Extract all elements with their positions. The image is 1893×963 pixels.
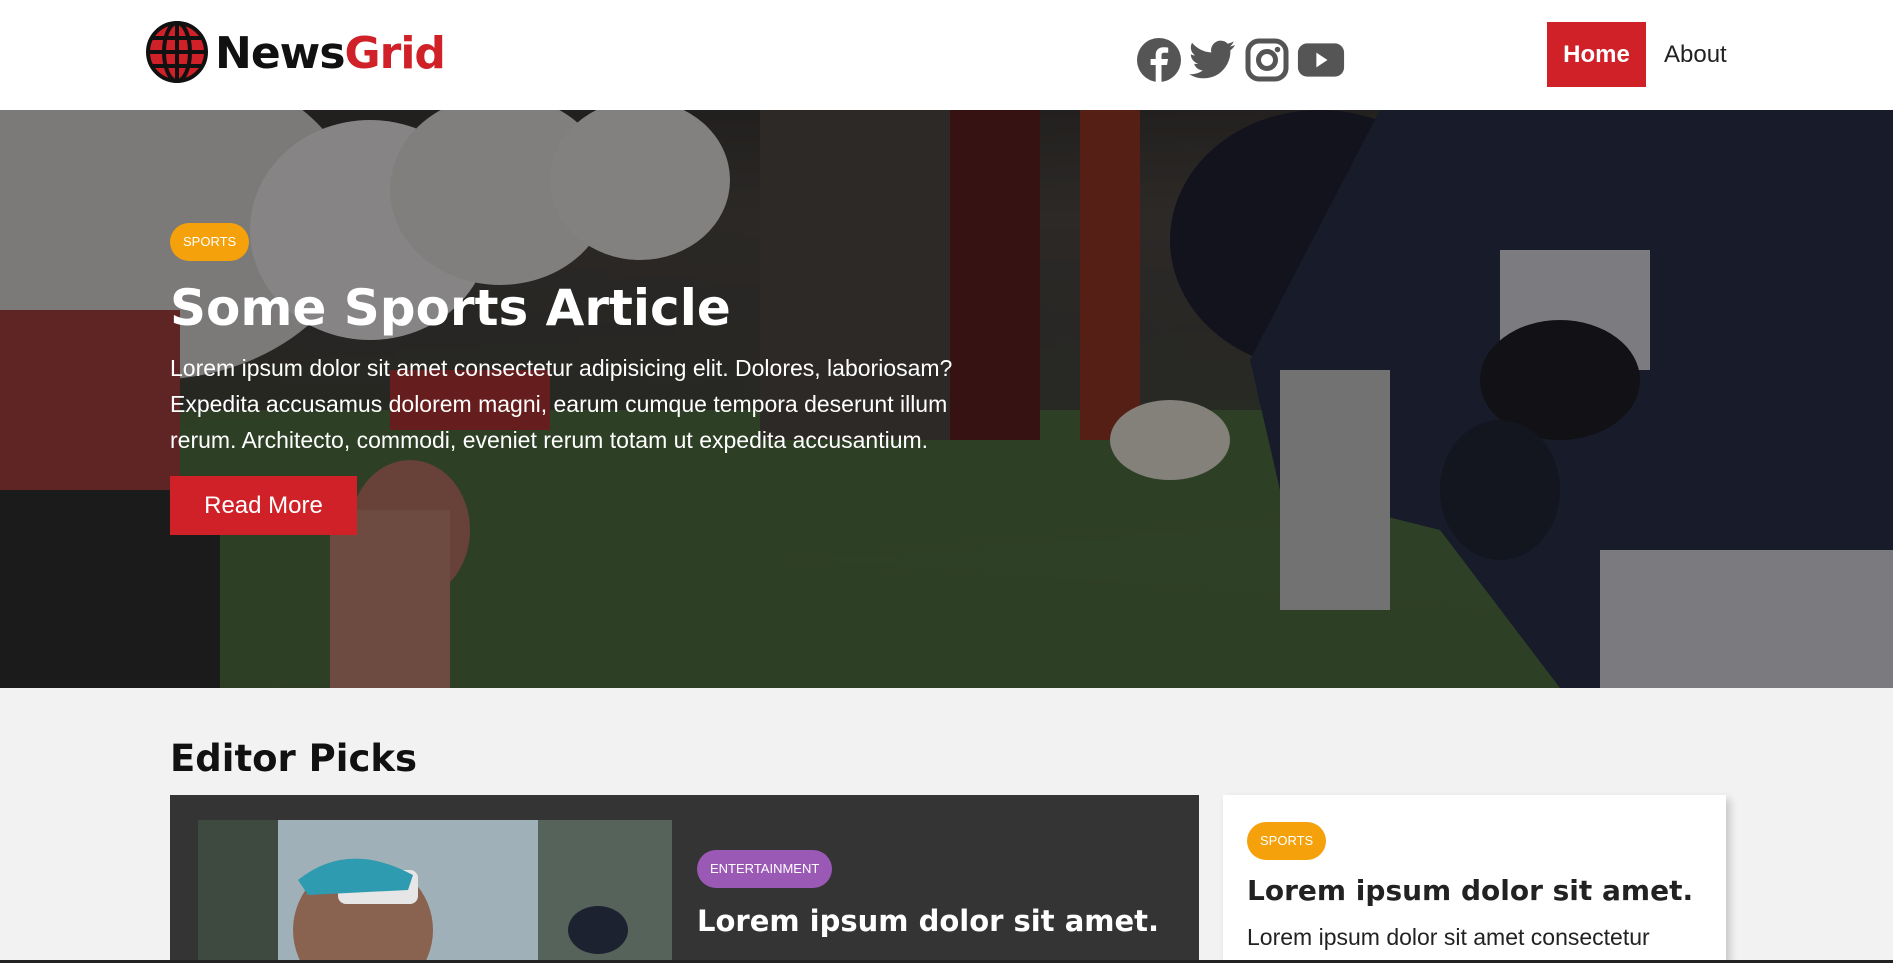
- hero-banner: SPORTS Some Sports Article Lorem ipsum d…: [0, 110, 1893, 688]
- hero-content: SPORTS Some Sports Article Lorem ipsum d…: [170, 223, 960, 535]
- twitter-icon[interactable]: [1189, 36, 1237, 84]
- read-more-button[interactable]: Read More: [170, 476, 357, 535]
- side-pick-card[interactable]: SPORTS Lorem ipsum dolor sit amet. Lorem…: [1223, 795, 1726, 963]
- section-title: Editor Picks: [170, 737, 418, 780]
- main-nav: Home About: [1547, 22, 1727, 87]
- side-pick-body: SPORTS Lorem ipsum dolor sit amet. Lorem…: [1247, 822, 1693, 951]
- article-title[interactable]: Lorem ipsum dolor sit amet.: [1247, 874, 1693, 907]
- facebook-icon[interactable]: [1135, 36, 1183, 84]
- category-badge[interactable]: SPORTS: [170, 223, 250, 261]
- category-badge[interactable]: ENTERTAINMENT: [697, 850, 833, 888]
- logo-grid: Grid: [344, 28, 446, 79]
- logo-text: NewsGrid: [215, 32, 446, 76]
- site-header: NewsGrid Home About: [0, 0, 1893, 110]
- category-badge[interactable]: SPORTS: [1247, 822, 1327, 860]
- article-image: [198, 820, 672, 963]
- social-links: [1135, 36, 1345, 84]
- featured-pick-body: ENTERTAINMENT Lorem ipsum dolor sit amet…: [697, 850, 1159, 938]
- globe-icon: [145, 20, 209, 89]
- hero-title: Some Sports Article: [170, 279, 731, 337]
- youtube-icon[interactable]: [1297, 36, 1345, 84]
- instagram-icon[interactable]: [1243, 36, 1291, 84]
- logo-news: News: [215, 28, 346, 79]
- article-excerpt: Lorem ipsum dolor sit amet consectetur: [1247, 924, 1650, 950]
- article-title[interactable]: Lorem ipsum dolor sit amet.: [697, 904, 1159, 938]
- hero-description: Lorem ipsum dolor sit amet consectetur a…: [170, 355, 953, 453]
- nav-about[interactable]: About: [1664, 41, 1727, 69]
- nav-home[interactable]: Home: [1547, 22, 1646, 87]
- featured-pick-card[interactable]: ENTERTAINMENT Lorem ipsum dolor sit amet…: [170, 795, 1199, 963]
- site-logo[interactable]: NewsGrid: [145, 20, 446, 89]
